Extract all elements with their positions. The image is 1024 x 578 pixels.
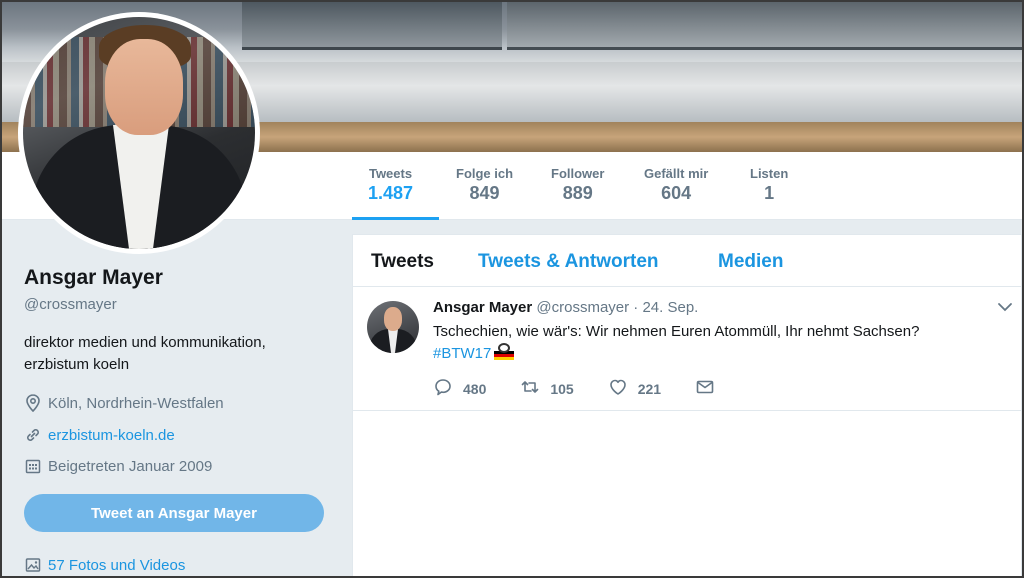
retweet-action[interactable]: 105	[520, 377, 574, 400]
profile-page: Tweets 1.487 Folge ich 849 Follower 889 …	[0, 0, 1024, 578]
stat-value: 1	[764, 183, 775, 203]
reply-icon	[433, 377, 453, 400]
tweet-header: Ansgar Mayer @crossmayer · 24. Sep.	[433, 299, 698, 316]
calendar-icon	[24, 457, 42, 475]
profile-bio: direktor medien und kommunikation, erzbi…	[24, 332, 324, 376]
tweet-hashtag[interactable]: #BTW17	[433, 345, 491, 362]
tweet-body: Tschechien, wie wär's: Wir nehmen Euren …	[433, 323, 920, 340]
media-link[interactable]: 57 Fotos und Videos	[48, 557, 185, 574]
tab-media[interactable]: Medien	[718, 251, 783, 273]
profile-joined: Beigetreten Januar 2009	[24, 457, 212, 475]
tweet-text: Tschechien, wie wär's: Wir nehmen Euren …	[433, 321, 993, 365]
stat-value: 889	[562, 183, 593, 203]
website-link[interactable]: erzbistum-koeln.de	[48, 427, 175, 444]
profile-name[interactable]: Ansgar Mayer	[24, 266, 163, 290]
profile-avatar[interactable]	[18, 12, 260, 254]
bio-line: erzbistum koeln	[24, 356, 130, 373]
tab-tweets[interactable]: Tweets	[371, 251, 434, 273]
tab-tweets-replies[interactable]: Tweets & Antworten	[478, 251, 659, 273]
direct-message-icon	[695, 377, 715, 400]
stat-label: Gefällt mir	[644, 166, 709, 181]
active-stat-underline	[352, 217, 439, 220]
profile-handle[interactable]: @crossmayer	[24, 296, 117, 313]
retweet-count: 105	[550, 380, 574, 397]
stat-likes[interactable]: Gefällt mir 604	[644, 166, 708, 204]
joined-text: Beigetreten Januar 2009	[48, 457, 213, 475]
reply-count: 480	[463, 380, 487, 397]
stat-followers[interactable]: Follower 889	[551, 166, 604, 204]
stat-lists[interactable]: Listen 1	[750, 166, 788, 204]
bio-line: direktor medien und kommunikation,	[24, 334, 266, 351]
link-icon	[24, 426, 42, 444]
location-pin-icon	[24, 394, 42, 412]
timeline-tabs: Tweets Tweets & Antworten Medien	[353, 235, 1022, 287]
like-action[interactable]: 221	[608, 377, 661, 400]
location-text: Köln, Nordrhein-Westfalen	[48, 394, 224, 412]
tweet-handle-date[interactable]: @crossmayer · 24. Sep.	[536, 299, 698, 316]
stat-value: 1.487	[368, 183, 414, 203]
profile-media: 57 Fotos und Videos	[24, 556, 185, 574]
stat-following[interactable]: Folge ich 849	[456, 166, 513, 204]
tweet-author-name[interactable]: Ansgar Mayer	[433, 299, 532, 316]
tweet-avatar[interactable]	[367, 301, 419, 353]
hashtag-emoji-icon	[493, 343, 515, 361]
stat-label: Folge ich	[456, 166, 514, 181]
stat-label: Tweets	[368, 166, 413, 181]
reply-action[interactable]: 480	[433, 377, 486, 400]
tweet-to-button[interactable]: Tweet an Ansgar Mayer	[24, 494, 324, 532]
profile-website: erzbistum-koeln.de	[24, 426, 175, 444]
chevron-down-icon[interactable]	[995, 297, 1015, 317]
stat-value: 849	[469, 183, 500, 203]
timeline-panel: Tweets Tweets & Antworten Medien Ansgar …	[352, 234, 1022, 576]
stat-label: Follower	[551, 166, 605, 181]
tweet-item[interactable]: Ansgar Mayer @crossmayer · 24. Sep. Tsch…	[353, 287, 1022, 411]
profile-location: Köln, Nordrhein-Westfalen	[24, 394, 224, 412]
stat-value: 604	[661, 183, 692, 203]
stat-label: Listen	[750, 166, 789, 181]
stat-tweets[interactable]: Tweets 1.487	[368, 166, 413, 204]
tweet-actions: 480 105 221	[433, 377, 749, 400]
retweet-icon	[520, 377, 540, 400]
direct-message-action[interactable]	[695, 377, 715, 400]
photo-icon	[24, 556, 42, 574]
like-icon	[608, 377, 628, 400]
like-count: 221	[637, 380, 662, 397]
